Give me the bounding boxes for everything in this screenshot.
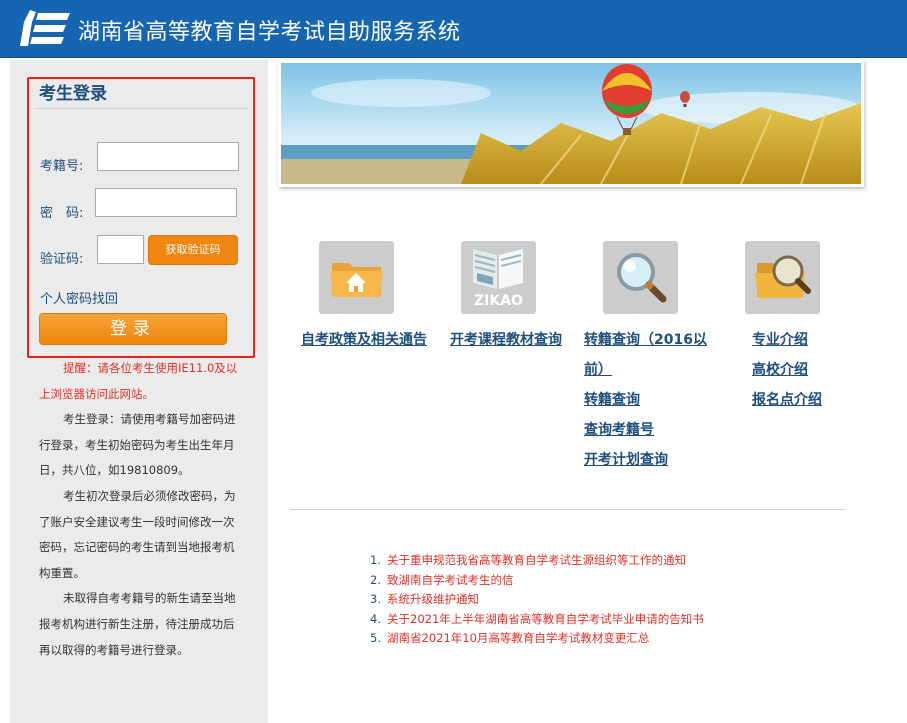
transfer-query-link[interactable]: 转籍查询 [584,385,640,415]
news-link[interactable]: 关于2021年上半年湖南省高等教育自学考试毕业申请的告知书 [387,612,704,626]
login-button[interactable]: 登录 [39,313,227,345]
tip-paragraph: 考生登录：请使用考籍号加密码进行登录，考生初始密码为考生出生年月日，共八位，如1… [39,412,236,478]
get-code-button[interactable]: 获取验证码 [148,235,238,265]
news-link[interactable]: 湖南省2021年10月高等教育自学考试教材变更汇总 [387,631,649,645]
news-link[interactable]: 系统升级维护通知 [387,592,479,606]
folder-search-icon[interactable] [745,241,820,314]
password-label: 密 码: [40,206,84,221]
news-item: 2. 致湖南自学考试考生的信 [370,571,704,591]
captcha-label: 验证码: [40,252,84,267]
login-title: 考生登录 [39,84,107,104]
zikao-book-icon[interactable]: ZIKAO [461,241,536,314]
banner [278,60,864,187]
captcha-input[interactable] [97,235,144,264]
news-item: 3. 系统升级维护通知 [370,590,704,610]
news-number: 4. [370,611,381,626]
folder-home-icon[interactable] [319,241,394,314]
transfer-query-2016-link-cont[interactable]: 前） [584,355,612,385]
news-number: 2. [370,572,381,587]
registration-site-link[interactable]: 报名点介绍 [752,385,822,415]
exam-id-query-link[interactable]: 查询考籍号 [584,415,654,445]
tip-paragraph: 未取得自考考籍号的新生请至当地报考机构进行新生注册，待注册成功后再以取得的考籍号… [39,591,236,657]
course-material-link[interactable]: 开考课程教材查询 [450,325,562,355]
exam-plan-query-link[interactable]: 开考计划查询 [584,445,668,475]
major-intro-link[interactable]: 专业介绍 [752,325,808,355]
news-link[interactable]: 关于重申规范我省高等教育自学考试生源组织等工作的通知 [387,553,686,567]
news-item: 1. 关于重申规范我省高等教育自学考试生源组织等工作的通知 [370,551,704,571]
zikao-icon-text: ZIKAO [474,293,523,309]
logo-icon [20,10,70,46]
news-item: 5. 湖南省2021年10月高等教育自学考试教材变更汇总 [370,629,704,649]
transfer-query-2016-link[interactable]: 转籍查询（2016以 [584,325,707,355]
school-intro-link[interactable]: 高校介绍 [752,355,808,385]
forgot-password-link[interactable]: 个人密码找回 [40,288,118,307]
browser-warning: 提醒：请各位考生使用IE11.0及以上浏览器访问此网站。 [39,361,238,401]
banner-image [281,63,861,184]
header-bar: 湖南省高等教育自学考试自助服务系统 [0,0,907,58]
password-input[interactable] [95,188,237,217]
news-number: 5. [370,631,381,645]
exam-id-label: 考籍号: [40,159,84,174]
news-list: 1. 关于重申规范我省高等教育自学考试生源组织等工作的通知 2. 致湖南自学考试考生… [370,551,704,649]
login-divider [35,108,249,109]
news-number: 1. [370,553,381,567]
news-link[interactable]: 致湖南自学考试考生的信 [387,573,514,587]
exam-id-input[interactable] [97,142,239,171]
news-number: 3. [370,592,381,606]
policy-notice-link[interactable]: 自考政策及相关通告 [301,325,427,355]
news-item: 4. 关于2021年上半年湖南省高等教育自学考试毕业申请的告知书 [370,610,704,630]
tip-paragraph: 考生初次登录后必须修改密码，为了账户安全建议考生一段时间修改一次密码，忘记密码的… [39,488,236,580]
page: 湖南省高等教育自学考试自助服务系统 考生登录 考籍号: 密 码: 验证码: 获取… [0,0,907,723]
tips-panel: 提醒：请各位考生使用IE11.0及以上浏览器访问此网站。 考生登录：请使用考籍号… [39,356,239,663]
magnifier-icon[interactable] [603,241,678,314]
content-divider [290,509,845,510]
site-title: 湖南省高等教育自学考试自助服务系统 [78,20,461,45]
